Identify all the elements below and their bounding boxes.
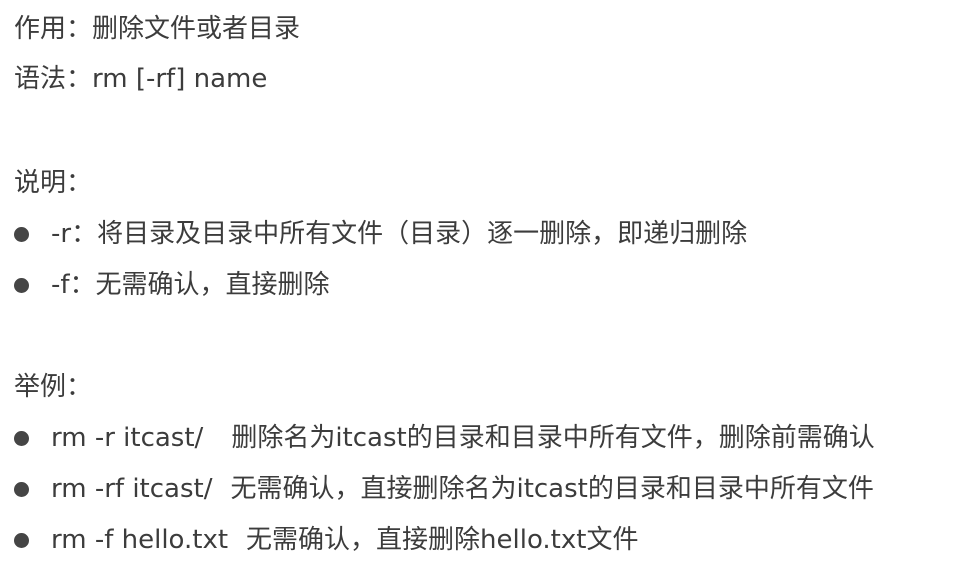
example-item: rm -r itcast/ 删除名为itcast的目录和目录中所有文件，删除前需… xyxy=(14,421,875,455)
example-item: rm -f hello.txt 无需确认，直接删除hello.txt文件 xyxy=(14,523,638,557)
examples-heading: 举例： xyxy=(14,372,93,402)
example-description: 无需确认，直接删除hello.txt文件 xyxy=(246,525,639,555)
note-text: -f：无需确认，直接删除 xyxy=(51,270,330,300)
bullet-icon xyxy=(14,430,29,446)
syntax-line: 语法：rm [-rf] name xyxy=(14,64,268,94)
notes-heading: 说明： xyxy=(14,168,93,198)
example-command: rm -f hello.txt xyxy=(51,525,229,555)
example-item: rm -rf itcast/ 无需确认，直接删除名为itcast的目录和目录中所… xyxy=(14,472,874,506)
purpose-line: 作用：删除文件或者目录 xyxy=(14,14,301,44)
example-command: rm -r itcast/ xyxy=(51,423,204,453)
example-description: 无需确认，直接删除名为itcast的目录和目录中所有文件 xyxy=(230,474,874,504)
example-command: rm -rf itcast/ xyxy=(51,474,213,504)
bullet-icon xyxy=(14,481,29,497)
example-description: 删除名为itcast的目录和目录中所有文件，删除前需确认 xyxy=(231,423,875,453)
bullet-icon xyxy=(14,226,29,242)
note-text: -r：将目录及目录中所有文件（目录）逐一删除，即递归删除 xyxy=(51,219,748,249)
bullet-icon xyxy=(14,277,29,293)
note-item-r: -r：将目录及目录中所有文件（目录）逐一删除，即递归删除 xyxy=(14,217,747,251)
bullet-icon xyxy=(14,532,29,548)
note-item-f: -f：无需确认，直接删除 xyxy=(14,268,330,302)
